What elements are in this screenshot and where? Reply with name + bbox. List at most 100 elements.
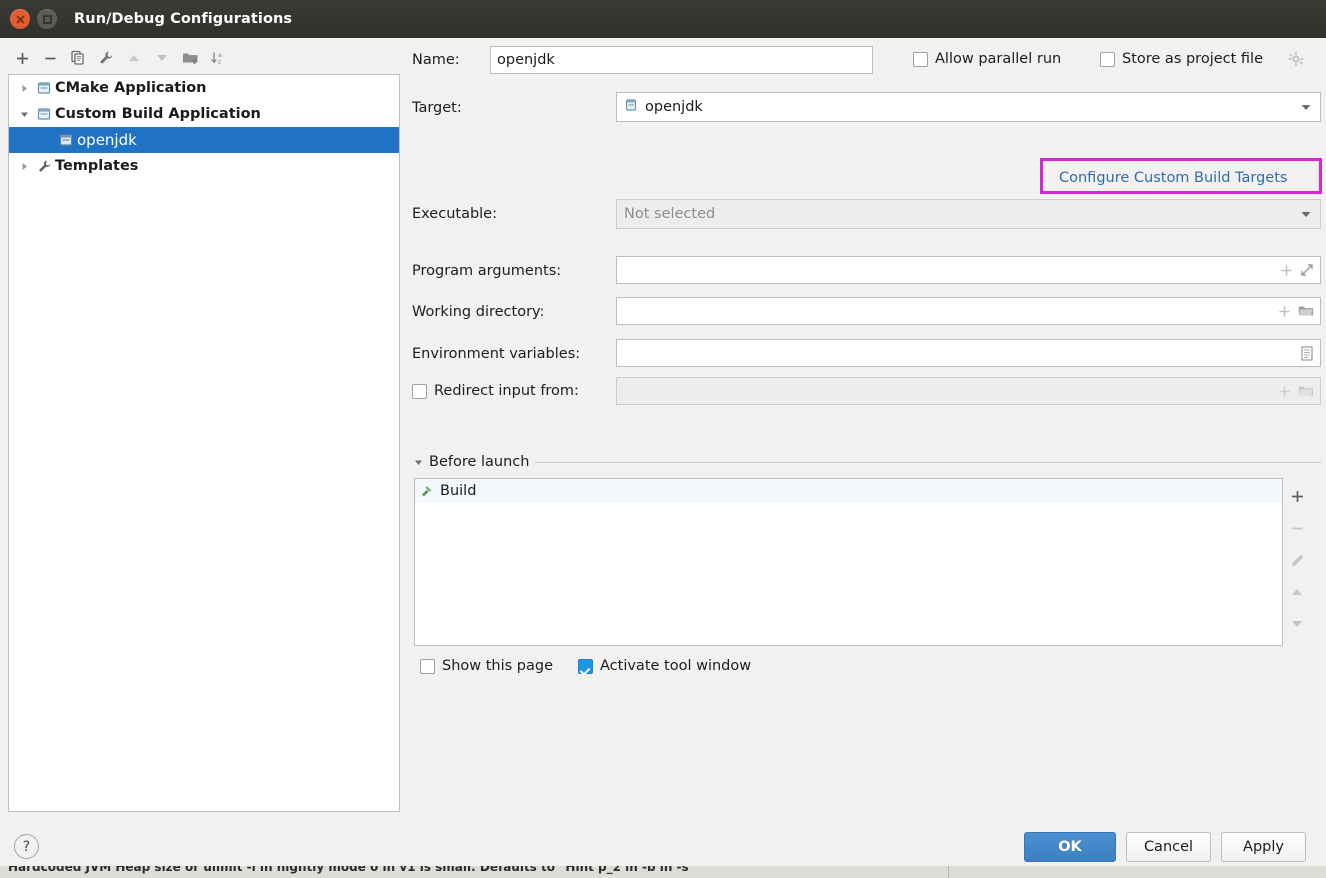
- list-edit-icon[interactable]: [1300, 345, 1314, 361]
- checkbox-box[interactable]: [412, 383, 427, 399]
- cancel-button[interactable]: Cancel: [1126, 832, 1211, 862]
- maximize-icon[interactable]: [37, 9, 57, 29]
- name-input-value: openjdk: [497, 52, 555, 68]
- remove-task-button[interactable]: [1283, 512, 1311, 544]
- build-target-icon: [624, 98, 638, 116]
- build-hammer-icon: [419, 484, 434, 499]
- close-icon[interactable]: [10, 9, 30, 29]
- window-title: Run/Debug Configurations: [74, 11, 293, 27]
- tree-item-cmake-application[interactable]: CMake Application: [9, 75, 399, 101]
- target-value-text: openjdk: [645, 99, 703, 115]
- chevron-right-icon[interactable]: [15, 162, 33, 171]
- configure-custom-build-targets-link[interactable]: Configure Custom Build Targets: [1059, 170, 1287, 186]
- checkbox-box[interactable]: [913, 51, 928, 67]
- working-directory-input[interactable]: [616, 297, 1321, 325]
- executable-combobox-placeholder: Not selected: [624, 206, 716, 222]
- tree-item-openjdk[interactable]: openjdk: [9, 127, 399, 153]
- edit-templates-button[interactable]: [92, 45, 120, 71]
- window-titlebar: Run/Debug Configurations: [0, 0, 1326, 38]
- redirect-input-from-actions: [1278, 384, 1314, 398]
- tree-item-label: Templates: [55, 158, 139, 174]
- before-launch-task-label: Build: [440, 483, 477, 499]
- folder-icon[interactable]: [1298, 384, 1314, 398]
- plus-icon[interactable]: [1278, 305, 1291, 318]
- chevron-down-icon[interactable]: [1301, 104, 1316, 111]
- store-as-project-file-checkbox[interactable]: Store as project file: [1100, 51, 1263, 67]
- dialog-footer: ? OK Cancel Apply: [0, 828, 1326, 866]
- configurations-tree[interactable]: CMake Application Custom Build Applicati…: [8, 74, 400, 812]
- checkbox-box[interactable]: [578, 658, 593, 674]
- sort-az-icon[interactable]: a z: [204, 45, 232, 71]
- redirect-input-from-label: Redirect input from:: [434, 383, 579, 399]
- plus-icon[interactable]: [1278, 385, 1291, 398]
- program-arguments-actions: [1280, 263, 1314, 277]
- target-combobox-value: openjdk: [624, 98, 1301, 116]
- program-arguments-label: Program arguments:: [412, 263, 562, 279]
- redirect-input-from-checkbox[interactable]: Redirect input from:: [412, 383, 579, 399]
- background-text-strip: Hardcoded JVM Heap size or ulimit -l in …: [0, 866, 1326, 878]
- move-task-up-button[interactable]: [1283, 576, 1311, 608]
- working-directory-label: Working directory:: [412, 304, 545, 320]
- expand-icon[interactable]: [1300, 263, 1314, 277]
- dialog-body: a z CMake Application Custom Build Appli…: [0, 38, 1326, 866]
- before-launch-task-list[interactable]: Build: [414, 478, 1283, 646]
- executable-combobox[interactable]: Not selected: [616, 199, 1321, 229]
- strip-divider: [948, 866, 949, 878]
- section-divider: [535, 461, 1321, 463]
- move-up-button[interactable]: [120, 45, 148, 71]
- executable-label: Executable:: [412, 206, 497, 222]
- run-config-icon: [33, 107, 55, 121]
- environment-variables-actions: [1300, 345, 1314, 361]
- chevron-down-icon[interactable]: [15, 110, 33, 119]
- tree-item-custom-build-application[interactable]: Custom Build Application: [9, 101, 399, 127]
- configuration-form: Name: openjdk Allow parallel run Store a…: [400, 38, 1326, 828]
- configurations-toolbar: a z: [8, 44, 400, 72]
- name-input[interactable]: openjdk: [490, 46, 873, 74]
- show-this-page-checkbox[interactable]: Show this page: [420, 658, 553, 674]
- add-task-button[interactable]: [1283, 480, 1311, 512]
- target-combobox[interactable]: openjdk: [616, 92, 1321, 122]
- checkbox-box[interactable]: [1100, 51, 1115, 67]
- move-down-button[interactable]: [148, 45, 176, 71]
- activate-tool-window-label: Activate tool window: [600, 658, 752, 674]
- allow-parallel-run-label: Allow parallel run: [935, 51, 1062, 67]
- before-launch-side-toolbar: [1283, 480, 1311, 640]
- gear-icon[interactable]: [1288, 51, 1304, 71]
- store-as-project-file-label: Store as project file: [1122, 51, 1263, 67]
- checkbox-box[interactable]: [420, 658, 435, 674]
- chevron-down-icon[interactable]: [1301, 211, 1316, 218]
- activate-tool-window-checkbox[interactable]: Activate tool window: [578, 658, 751, 674]
- program-arguments-input[interactable]: [616, 256, 1321, 284]
- allow-parallel-run-checkbox[interactable]: Allow parallel run: [913, 51, 1061, 67]
- run-config-icon: [55, 133, 77, 147]
- environment-variables-input[interactable]: [616, 339, 1321, 367]
- tree-item-templates[interactable]: Templates: [9, 153, 399, 179]
- target-label: Target:: [412, 100, 462, 116]
- before-launch-task-row[interactable]: Build: [415, 479, 1282, 503]
- working-directory-actions: [1278, 304, 1314, 318]
- edit-task-button[interactable]: [1283, 544, 1311, 576]
- before-launch-title: Before launch: [429, 454, 530, 470]
- tree-item-label: openjdk: [77, 131, 137, 149]
- add-configuration-button[interactable]: [8, 45, 36, 71]
- show-this-page-label: Show this page: [442, 658, 554, 674]
- run-config-icon: [33, 81, 55, 95]
- help-button[interactable]: ?: [14, 834, 39, 859]
- before-launch-header[interactable]: Before launch: [414, 454, 1321, 470]
- copy-configuration-button[interactable]: [64, 45, 92, 71]
- remove-configuration-button[interactable]: [36, 45, 64, 71]
- tree-item-label: CMake Application: [55, 80, 207, 96]
- clipped-text-line: Hardcoded JVM Heap size or ulimit -l in …: [8, 866, 689, 874]
- redirect-input-from-input[interactable]: [616, 377, 1321, 405]
- ok-button[interactable]: OK: [1024, 832, 1116, 862]
- apply-button[interactable]: Apply: [1221, 832, 1306, 862]
- name-label: Name:: [412, 52, 460, 68]
- svg-text:z: z: [218, 59, 221, 66]
- folder-icon[interactable]: [1298, 304, 1314, 318]
- plus-icon[interactable]: [1280, 264, 1293, 277]
- move-task-down-button[interactable]: [1283, 608, 1311, 640]
- folder-add-icon[interactable]: [176, 45, 204, 71]
- chevron-right-icon[interactable]: [15, 84, 33, 93]
- environment-variables-label: Environment variables:: [412, 346, 581, 362]
- chevron-down-icon[interactable]: [414, 458, 423, 467]
